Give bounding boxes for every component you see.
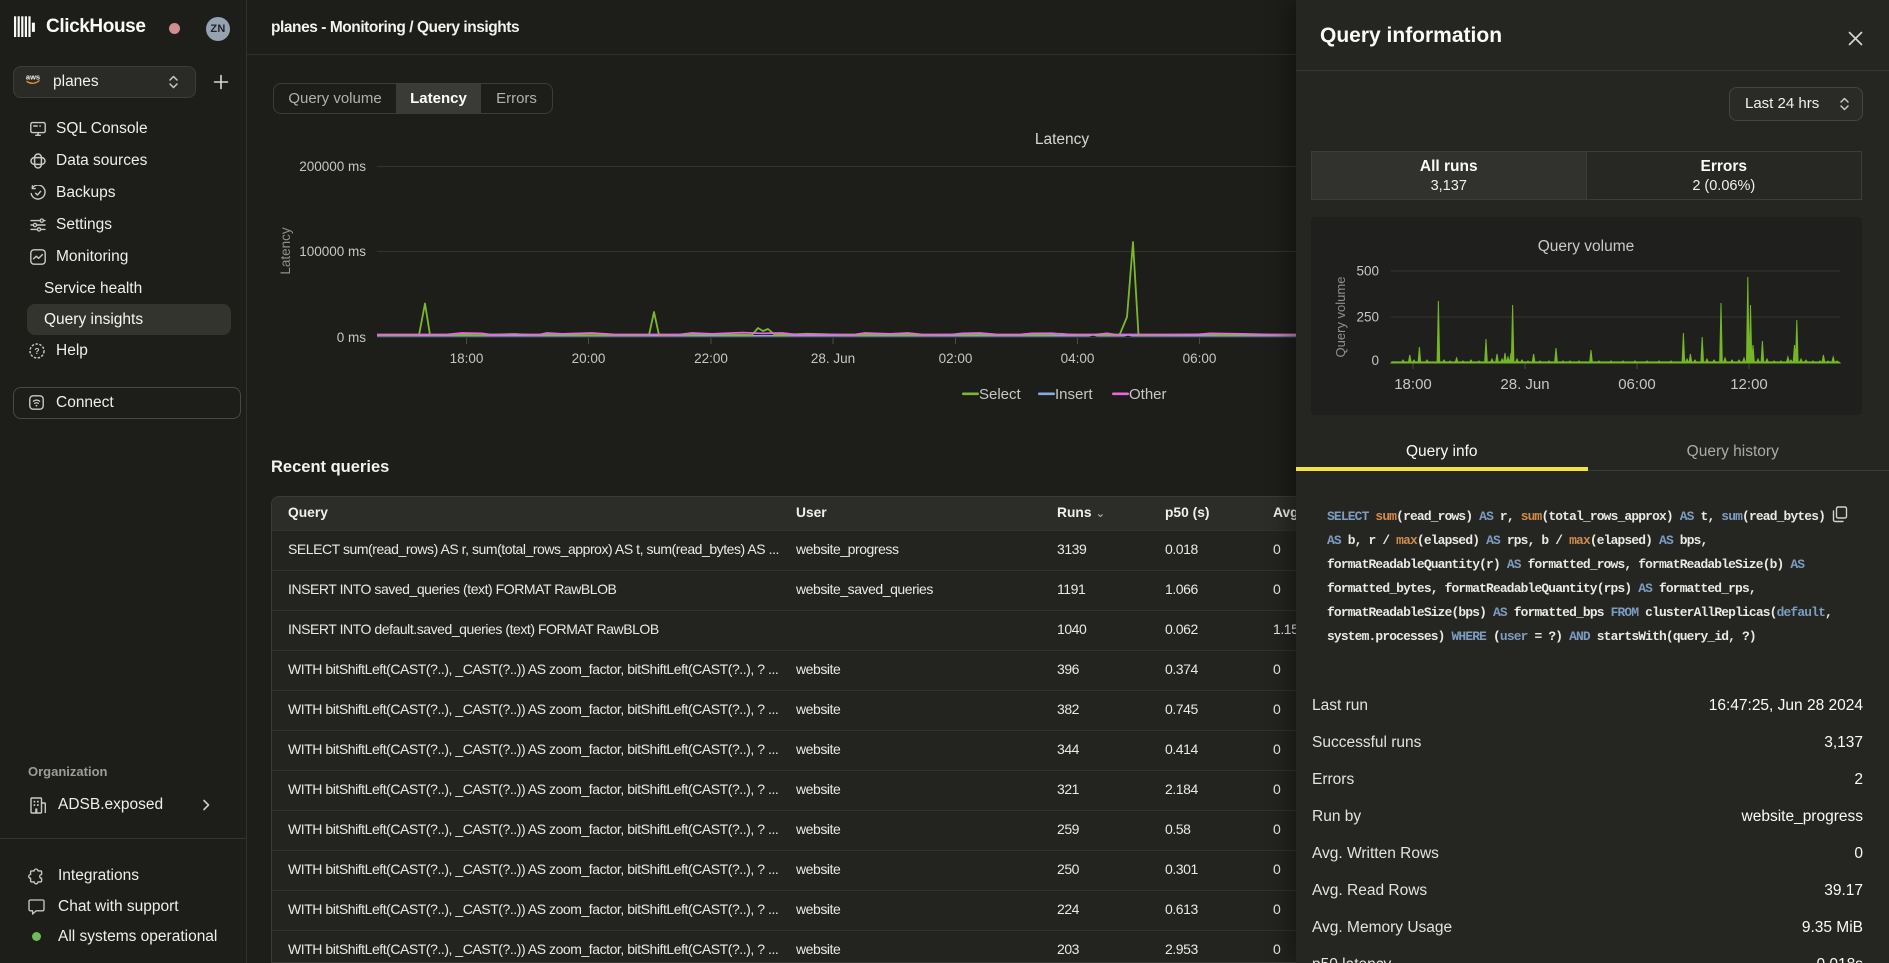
svg-text:28. Jun: 28. Jun [811,351,855,366]
svg-text:Insert: Insert [1055,386,1093,403]
svg-text:Other: Other [1129,386,1167,403]
svg-text:06:00: 06:00 [1618,376,1656,393]
svg-text:12:00: 12:00 [1730,376,1768,393]
svg-text:Query volume: Query volume [1333,277,1348,358]
svg-text:?: ? [34,346,39,356]
svg-text:500: 500 [1356,264,1379,279]
svg-text:250: 250 [1356,310,1379,325]
svg-text:04:00: 04:00 [1061,351,1095,366]
svg-text:Latency: Latency [1035,131,1090,148]
svg-text:0 ms: 0 ms [337,330,367,345]
svg-text:18:00: 18:00 [450,351,484,366]
svg-text:aws: aws [26,73,40,82]
svg-text:100000 ms: 100000 ms [299,244,366,259]
svg-text:18:00: 18:00 [1394,376,1432,393]
svg-text:200000 ms: 200000 ms [299,159,366,174]
svg-text:22:00: 22:00 [694,351,728,366]
svg-text:Latency: Latency [278,227,293,275]
svg-text:Select: Select [979,386,1022,403]
svg-text:28. Jun: 28. Jun [1500,376,1549,393]
svg-text:06:00: 06:00 [1183,351,1217,366]
svg-text:Query volume: Query volume [1538,238,1634,255]
svg-text:20:00: 20:00 [572,351,606,366]
svg-text:0: 0 [1371,353,1379,368]
svg-text:02:00: 02:00 [939,351,973,366]
